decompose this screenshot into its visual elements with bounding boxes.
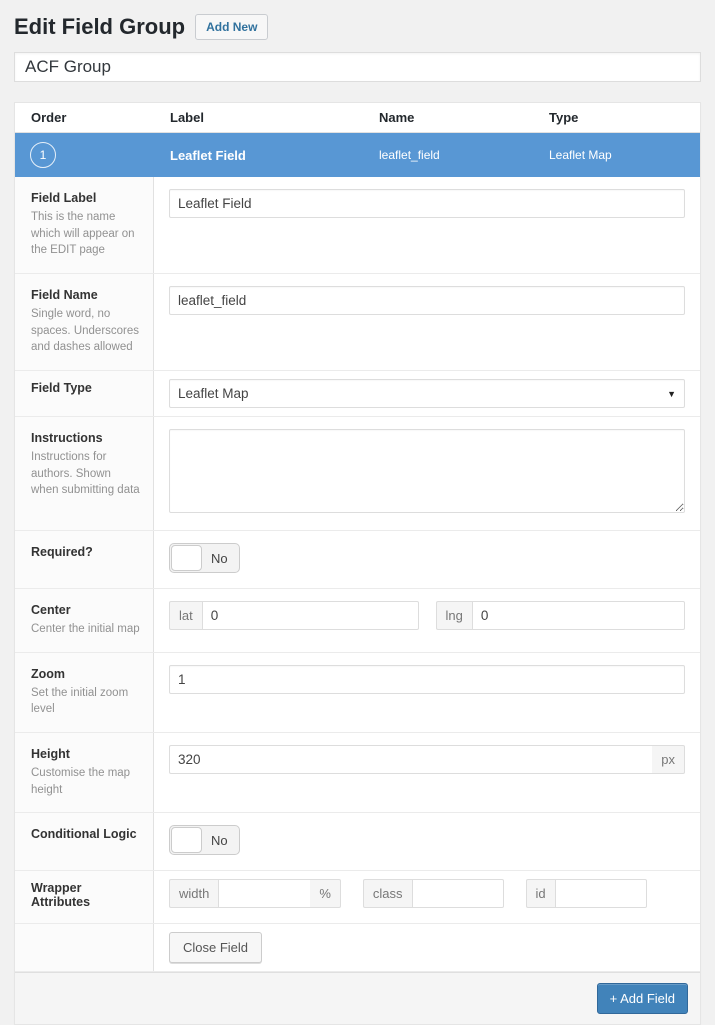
zoom-input[interactable] xyxy=(169,664,685,694)
toggle-knob[interactable] xyxy=(171,545,202,572)
page-header: Edit Field Group Add New xyxy=(14,10,701,52)
width-suffix: % xyxy=(310,879,341,909)
field-label-label: Field Label xyxy=(31,191,97,205)
field-label-description: This is the name which will appear on th… xyxy=(31,211,135,257)
field-type-label: Field Type xyxy=(31,381,92,396)
fields-table-header: Order Label Name Type xyxy=(15,103,700,133)
column-header-name: Name xyxy=(379,110,415,125)
conditional-logic-toggle-value: No xyxy=(211,832,228,848)
conditional-logic-label: Conditional Logic xyxy=(31,827,137,842)
column-header-order: Order xyxy=(31,110,67,125)
center-lng-input[interactable] xyxy=(471,601,685,631)
field-name-description: Single word, no spaces. Underscores and … xyxy=(31,308,140,354)
column-header-label: Label xyxy=(170,110,204,125)
height-description: Customise the map height xyxy=(31,767,131,796)
setting-row-center: Center Center the initial map lat lng xyxy=(15,589,700,653)
metabox-footer: + Add Field xyxy=(15,972,700,1025)
setting-row-field-name: Field Name Single word, no spaces. Under… xyxy=(15,274,700,372)
width-prefix: width xyxy=(169,879,219,909)
required-label: Required? xyxy=(31,545,93,560)
setting-row-height: Height Customise the map height px xyxy=(15,733,700,814)
center-label: Center xyxy=(31,603,71,618)
center-lat-input[interactable] xyxy=(201,601,419,631)
setting-row-close-field: Close Field xyxy=(15,924,700,973)
close-field-button[interactable]: Close Field xyxy=(169,932,263,964)
wrapper-width-input[interactable] xyxy=(218,879,311,909)
instructions-label: Instructions xyxy=(31,431,103,446)
wrapper-attributes-label: Wrapper Attributes xyxy=(31,881,91,910)
conditional-logic-toggle[interactable]: No xyxy=(169,825,240,856)
field-name-label: Field Name xyxy=(31,288,98,303)
field-name-input[interactable] xyxy=(169,286,685,316)
setting-row-conditional-logic: Conditional Logic No xyxy=(15,813,700,872)
wrapper-class-input[interactable] xyxy=(411,879,504,909)
column-header-type: Type xyxy=(549,110,579,125)
zoom-description: Set the initial zoom level xyxy=(31,686,129,716)
setting-row-field-label: Field Label This is the name which will … xyxy=(15,177,700,275)
height-input[interactable] xyxy=(169,745,653,775)
field-row-label: Leaflet Field xyxy=(170,147,246,163)
page-title: Edit Field Group xyxy=(14,14,186,39)
instructions-textarea[interactable] xyxy=(169,429,685,514)
field-order-badge[interactable]: 1 xyxy=(30,142,56,168)
edit-field-group-page: Edit Field Group Add New Order Label Nam… xyxy=(0,0,715,1025)
field-row-name: leaflet_field xyxy=(379,148,440,162)
id-prefix: id xyxy=(525,879,555,909)
instructions-description: Instructions for authors. Shown when sub… xyxy=(31,451,140,497)
setting-row-zoom: Zoom Set the initial zoom level xyxy=(15,652,700,734)
zoom-label: Zoom xyxy=(31,666,66,681)
add-new-button[interactable]: Add New xyxy=(195,14,269,40)
field-label-input[interactable] xyxy=(169,189,685,218)
setting-row-instructions: Instructions Instructions for authors. S… xyxy=(15,417,700,532)
field-type-select[interactable]: Leaflet Map xyxy=(169,379,685,409)
center-description: Center the initial map xyxy=(31,623,140,636)
setting-row-field-type: Field Type Leaflet Map ▼ xyxy=(15,371,700,418)
add-field-button[interactable]: + Add Field xyxy=(596,983,688,1015)
lng-prefix: lng xyxy=(435,601,472,631)
toggle-knob[interactable] xyxy=(171,827,202,854)
height-label: Height xyxy=(31,747,70,762)
required-toggle-value: No xyxy=(211,550,228,566)
lat-prefix: lat xyxy=(169,601,202,631)
height-unit-suffix: px xyxy=(652,745,685,775)
field-row-type: Leaflet Map xyxy=(549,148,612,162)
required-toggle[interactable]: No xyxy=(169,543,240,574)
field-group-title-input[interactable] xyxy=(14,52,701,82)
setting-row-required: Required? No xyxy=(15,531,700,590)
setting-row-wrapper-attributes: Wrapper Attributes width % class id xyxy=(15,871,700,925)
wrapper-id-input[interactable] xyxy=(554,879,647,909)
field-row-leaflet-field[interactable]: 1 Leaflet Field leaflet_field Leaflet Ma… xyxy=(15,133,700,177)
class-prefix: class xyxy=(362,879,412,909)
